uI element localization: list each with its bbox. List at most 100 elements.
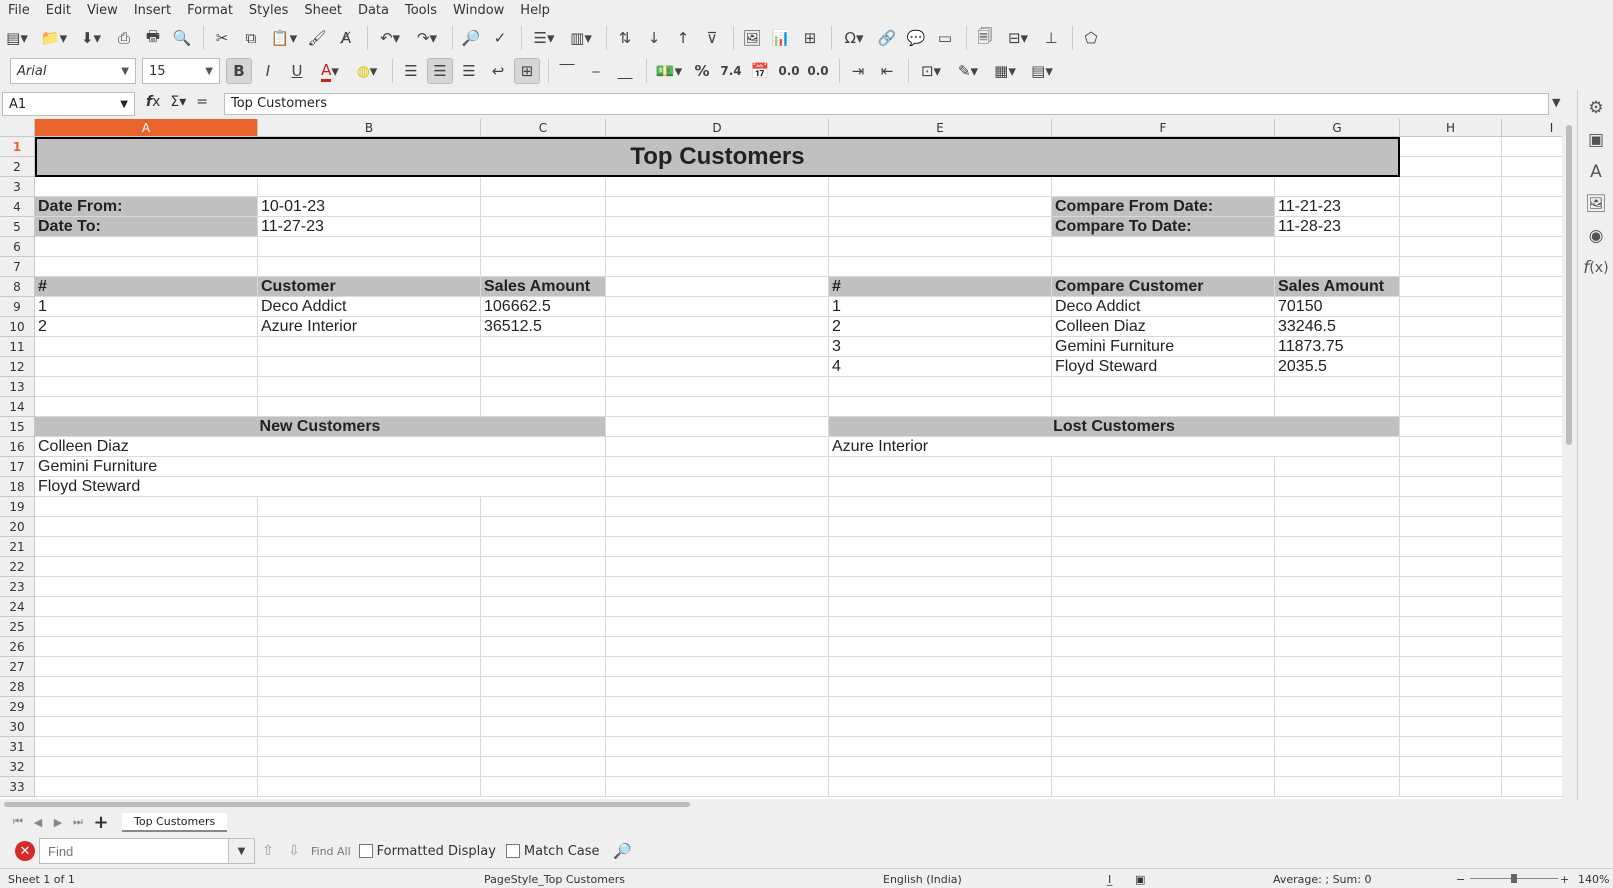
pivot-table-icon[interactable]: ⊞ — [797, 25, 823, 51]
cell-i30[interactable] — [1502, 717, 1562, 737]
cell-d22[interactable] — [606, 557, 829, 577]
cell-e31[interactable] — [829, 737, 1052, 757]
autofilter-icon[interactable]: ⊽ — [699, 25, 725, 51]
cell-e32[interactable] — [829, 757, 1052, 777]
hyperlink-icon[interactable]: 🔗 — [874, 25, 900, 51]
report-title[interactable]: Top Customers — [35, 137, 1400, 177]
column-header-f[interactable]: F — [1052, 119, 1275, 137]
menu-styles[interactable]: Styles — [241, 3, 296, 18]
bold-icon[interactable]: B — [226, 58, 252, 84]
cell-g12[interactable]: 2035.5 — [1275, 357, 1400, 377]
cell-d3[interactable] — [606, 177, 829, 197]
cell-c21[interactable] — [481, 537, 606, 557]
insert-chart-icon[interactable]: 📊 — [768, 25, 794, 51]
scroll-thumb[interactable] — [4, 802, 690, 807]
menu-file[interactable]: File — [0, 3, 38, 18]
cell-f19[interactable] — [1052, 497, 1275, 517]
cell-e3[interactable] — [829, 177, 1052, 197]
cell-e4[interactable] — [829, 197, 1052, 217]
print-icon[interactable]: 🖶 — [140, 25, 166, 51]
cell-b14[interactable] — [258, 397, 481, 417]
new-customer-item[interactable]: Colleen Diaz — [35, 437, 606, 457]
column-icon[interactable]: ▥▾ — [564, 25, 598, 51]
cell-g17[interactable] — [1275, 457, 1400, 477]
menu-sheet[interactable]: Sheet — [296, 3, 350, 18]
cell-g26[interactable] — [1275, 637, 1400, 657]
decrease-indent-icon[interactable]: ⇤ — [874, 58, 900, 84]
borders-icon[interactable]: ⊡▾ — [914, 58, 948, 84]
comment-icon[interactable]: 💬 — [903, 25, 929, 51]
header-footer-icon[interactable]: ▭ — [932, 25, 958, 51]
cell-f33[interactable] — [1052, 777, 1275, 797]
cell-c29[interactable] — [481, 697, 606, 717]
cell-h10[interactable] — [1400, 317, 1502, 337]
cell-b3[interactable] — [258, 177, 481, 197]
row-header-8[interactable]: 8 — [0, 277, 35, 297]
row-header-12[interactable]: 12 — [0, 357, 35, 377]
cell-g24[interactable] — [1275, 597, 1400, 617]
cell-d9[interactable] — [606, 297, 829, 317]
cell-i15[interactable] — [1502, 417, 1562, 437]
cell-a23[interactable] — [35, 577, 258, 597]
cell-f12[interactable]: Floyd Steward — [1052, 357, 1275, 377]
cell-i18[interactable] — [1502, 477, 1562, 497]
cell-d14[interactable] — [606, 397, 829, 417]
cell-d28[interactable] — [606, 677, 829, 697]
cell-a8[interactable]: # — [35, 277, 258, 297]
cell-e5[interactable] — [829, 217, 1052, 237]
cell-e21[interactable] — [829, 537, 1052, 557]
find-next-icon[interactable]: ⇩ — [281, 843, 307, 859]
vertical-scrollbar[interactable] — [1564, 119, 1574, 799]
find-input[interactable] — [39, 838, 229, 864]
row-header-28[interactable]: 28 — [0, 677, 35, 697]
cell-b21[interactable] — [258, 537, 481, 557]
split-window-icon[interactable]: ⊥ — [1038, 25, 1064, 51]
lost-customers-title[interactable]: Lost Customers — [829, 417, 1400, 437]
cell-h17[interactable] — [1400, 457, 1502, 477]
cell-e11[interactable]: 3 — [829, 337, 1052, 357]
cell-b33[interactable] — [258, 777, 481, 797]
name-box[interactable]: A1 ▼ — [2, 92, 135, 116]
cell-d33[interactable] — [606, 777, 829, 797]
row-header-9[interactable]: 9 — [0, 297, 35, 317]
cell-g21[interactable] — [1275, 537, 1400, 557]
cell-c26[interactable] — [481, 637, 606, 657]
cell-i25[interactable] — [1502, 617, 1562, 637]
delete-decimal-icon[interactable]: 0.0 — [805, 58, 831, 84]
cell-i2[interactable] — [1502, 157, 1562, 177]
cell-e18[interactable] — [829, 477, 1052, 497]
merge-center-icon[interactable]: ⊞ — [514, 58, 540, 84]
cell-a12[interactable] — [35, 357, 258, 377]
cell-h31[interactable] — [1400, 737, 1502, 757]
cell-a5[interactable]: Date To: — [35, 217, 258, 237]
cell-a25[interactable] — [35, 617, 258, 637]
align-middle-icon[interactable]: ⎯ — [583, 58, 609, 84]
row-header-30[interactable]: 30 — [0, 717, 35, 737]
cell-h29[interactable] — [1400, 697, 1502, 717]
cell-i16[interactable] — [1502, 437, 1562, 457]
cell-b5[interactable]: 11-27-23 — [258, 217, 481, 237]
cell-i22[interactable] — [1502, 557, 1562, 577]
cell-e14[interactable] — [829, 397, 1052, 417]
cell-d5[interactable] — [606, 217, 829, 237]
row-icon[interactable]: ☰▾ — [527, 25, 561, 51]
cell-b13[interactable] — [258, 377, 481, 397]
cell-c30[interactable] — [481, 717, 606, 737]
column-header-h[interactable]: H — [1400, 119, 1502, 137]
new-customer-item[interactable]: Floyd Steward — [35, 477, 606, 497]
row-header-13[interactable]: 13 — [0, 377, 35, 397]
cell-d27[interactable] — [606, 657, 829, 677]
percent-icon[interactable]: % — [689, 58, 715, 84]
cell-h24[interactable] — [1400, 597, 1502, 617]
sheet-tab[interactable]: Top Customers — [122, 812, 228, 832]
cell-e13[interactable] — [829, 377, 1052, 397]
cell-i29[interactable] — [1502, 697, 1562, 717]
find-all-button[interactable]: Find All — [311, 845, 351, 858]
cell-c11[interactable] — [481, 337, 606, 357]
menu-format[interactable]: Format — [179, 3, 241, 18]
cell-i19[interactable] — [1502, 497, 1562, 517]
cell-f23[interactable] — [1052, 577, 1275, 597]
conditional-format-icon[interactable]: ▤▾ — [1025, 58, 1059, 84]
cell-h30[interactable] — [1400, 717, 1502, 737]
chevron-down-icon[interactable]: ▼ — [229, 838, 255, 864]
